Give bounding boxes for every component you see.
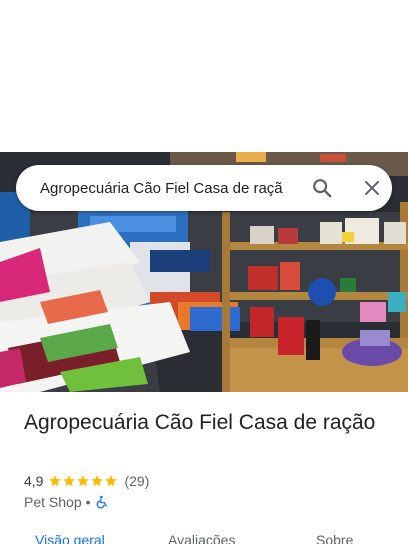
place-title: Agropecuária Cão Fiel Casa de ração (24, 411, 376, 434)
wheelchair-icon[interactable] (95, 495, 109, 509)
tab-bar: Visão geral Avaliações Sobre (0, 528, 408, 544)
place-category: Pet Shop (24, 494, 82, 510)
star-icon (105, 475, 118, 487)
tab-overview[interactable]: Visão geral (35, 532, 105, 544)
rating-row[interactable]: 4,9 (29) (24, 471, 149, 491)
tab-about[interactable]: Sobre (316, 532, 353, 544)
clear-search-button[interactable] (354, 170, 390, 206)
close-icon (365, 181, 379, 195)
search-button[interactable] (304, 170, 340, 206)
category-row: Pet Shop • (24, 493, 109, 511)
tab-reviews[interactable]: Avaliações (168, 532, 235, 544)
star-icon (77, 475, 90, 487)
separator-dot: • (85, 494, 91, 510)
review-count[interactable]: (29) (124, 473, 149, 489)
search-input[interactable]: Agropecuária Cão Fiel Casa de raçã (40, 180, 292, 197)
star-icon (49, 475, 62, 487)
star-icon (91, 475, 104, 487)
search-icon (313, 179, 332, 198)
star-icon (63, 475, 76, 487)
star-rating (48, 474, 118, 488)
rating-value: 4,9 (24, 473, 44, 489)
search-bar[interactable]: Agropecuária Cão Fiel Casa de raçã (16, 165, 392, 211)
